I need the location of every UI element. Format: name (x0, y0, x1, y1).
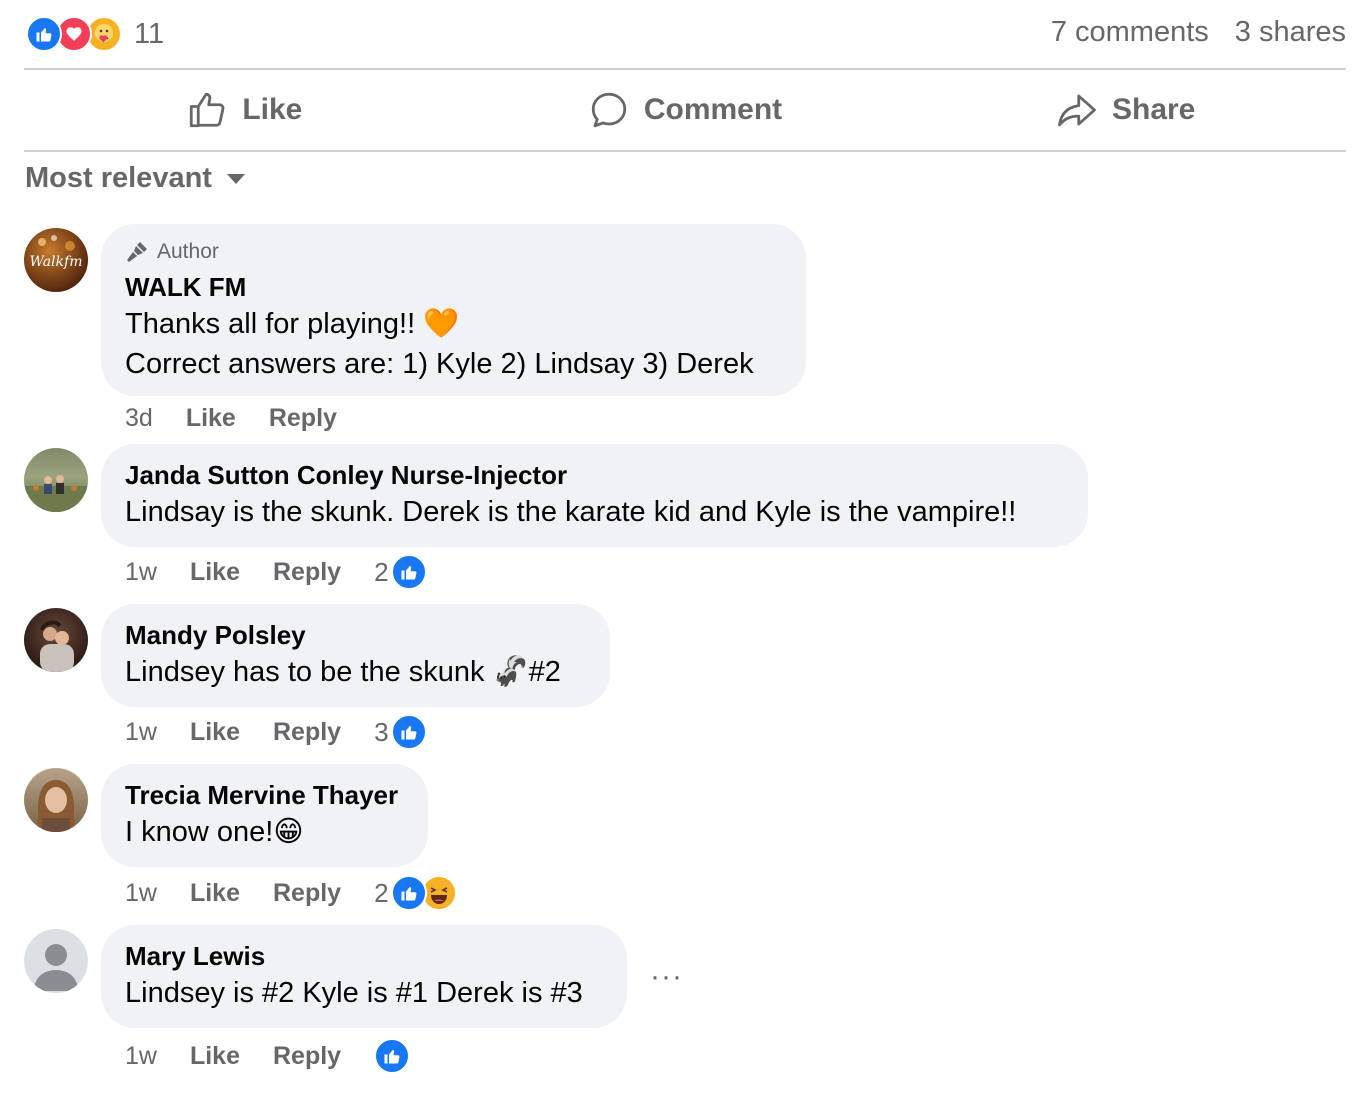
reaction-count[interactable]: 11 (134, 18, 164, 51)
author-badge: Author (125, 240, 782, 264)
comment-text-line: Lindsay is the skunk. Derek is the karat… (125, 496, 1017, 528)
like-button[interactable]: Like (24, 70, 465, 150)
commenter-name[interactable]: Trecia Mervine Thayer (125, 778, 404, 812)
comment-timestamp[interactable]: 1w (125, 1042, 157, 1071)
comment-like-button[interactable]: Like (186, 404, 236, 433)
comment-timestamp[interactable]: 3d (125, 404, 153, 433)
comment-reply-button[interactable]: Reply (273, 1042, 341, 1071)
comment-text-line: Lindsey has to be the skunk 🦨#2 (125, 656, 561, 688)
like-reaction-icon[interactable] (374, 1038, 411, 1074)
shares-count-link[interactable]: 3 shares (1235, 16, 1346, 49)
comment-button-label: Comment (643, 93, 783, 126)
comment-bubble: Mandy Polsley Lindsey has to be the skun… (101, 604, 610, 707)
microphone-icon (127, 242, 147, 262)
comment-button[interactable]: Comment (465, 70, 906, 150)
more-options-icon[interactable]: ··· (650, 960, 683, 994)
post-stats-bar: 11 7 comments 3 shares (24, 0, 1346, 70)
avatar[interactable] (24, 448, 88, 512)
share-button-label: Share (1111, 93, 1196, 126)
comments-count-link[interactable]: 7 comments (1051, 16, 1209, 49)
comment-bubble: Mary Lewis Lindsey is #2 Kyle is #1 Dere… (101, 925, 627, 1028)
sort-label: Most relevant (25, 162, 212, 194)
comment-meta: 1w Like Reply (125, 1038, 411, 1074)
comment-bubble-icon (591, 92, 626, 128)
comment-meta: 1w Like Reply 2 (125, 875, 457, 911)
comment-meta: 1w Like Reply 2 (125, 554, 427, 590)
reaction-summary[interactable]: 11 (26, 14, 164, 54)
comment-like-button[interactable]: Like (190, 879, 240, 908)
avatar[interactable] (24, 608, 88, 672)
comment-reply-button[interactable]: Reply (269, 404, 337, 433)
comment-text-line: Correct answers are: 1) Kyle 2) Lindsay … (125, 348, 754, 380)
comment-bubble: Trecia Mervine Thayer I know one!😁 (101, 764, 428, 867)
comment-reaction-count: 3 (374, 716, 389, 747)
comment-timestamp[interactable]: 1w (125, 879, 157, 908)
comment-bubble: Author WALK FM Thanks all for playing!! … (101, 224, 806, 396)
like-reaction-icon (390, 554, 427, 590)
comment-reply-button[interactable]: Reply (273, 558, 341, 587)
like-reaction-icon (390, 714, 427, 750)
like-button-label: Like (242, 93, 303, 126)
comment-meta: 3d Like Reply (125, 404, 370, 433)
post-action-bar: Like Comment Share (24, 70, 1346, 152)
commenter-name[interactable]: WALK FM (125, 270, 782, 304)
comment-timestamp[interactable]: 1w (125, 718, 157, 747)
like-reaction-icon (26, 16, 62, 52)
avatar[interactable] (24, 768, 88, 832)
comment-reply-button[interactable]: Reply (273, 718, 341, 747)
comment-text-line: I know one!😁 (125, 816, 304, 848)
share-arrow-icon (1058, 94, 1096, 127)
avatar-logo-text: Walkfm (30, 254, 83, 270)
comment-reactions[interactable]: 2 (374, 875, 457, 911)
author-label: Author (157, 240, 219, 263)
commenter-name[interactable]: Mary Lewis (125, 939, 603, 973)
comment-timestamp[interactable]: 1w (125, 558, 157, 587)
comment-text-line: Lindsey is #2 Kyle is #1 Derek is #3 (125, 977, 583, 1009)
thumbs-up-icon (190, 92, 225, 128)
commenter-name[interactable]: Mandy Polsley (125, 618, 586, 652)
comment-sort-dropdown[interactable]: Most relevant (25, 162, 246, 195)
comment-reply-button[interactable]: Reply (273, 879, 341, 908)
comment-like-button[interactable]: Like (190, 718, 240, 747)
comment-reactions[interactable]: 3 (374, 714, 427, 750)
like-reaction-icon (390, 875, 427, 911)
comment-meta: 1w Like Reply 3 (125, 714, 427, 750)
avatar[interactable]: Walkfm (24, 228, 88, 292)
comment-text-line: Thanks all for playing!! 🧡 (125, 308, 460, 340)
default-user-icon (34, 944, 78, 991)
comment-bubble: Janda Sutton Conley Nurse-Injector Linds… (101, 444, 1088, 547)
comment-reactions[interactable]: 2 (374, 554, 427, 590)
comment-like-button[interactable]: Like (190, 1042, 240, 1071)
commenter-name[interactable]: Janda Sutton Conley Nurse-Injector (125, 458, 1064, 492)
caret-down-icon (226, 173, 245, 184)
comment-reaction-count: 2 (374, 877, 389, 908)
comment-reaction-count: 2 (374, 556, 389, 587)
comment-like-button[interactable]: Like (190, 558, 240, 587)
avatar[interactable] (24, 929, 88, 993)
share-button[interactable]: Share (905, 70, 1346, 150)
